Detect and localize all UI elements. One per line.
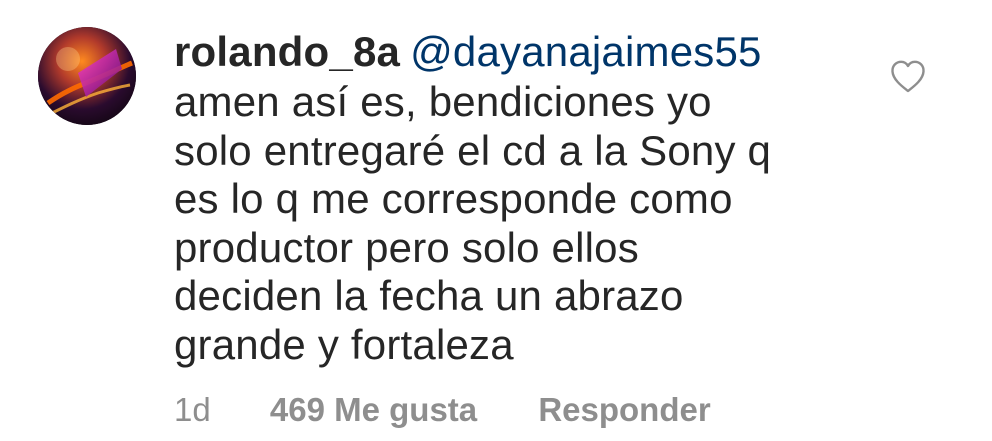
comment-line: solo entregaré el cd a la Sony q [174, 126, 772, 174]
reply-button[interactable]: Responder [538, 388, 710, 432]
comment-line: productor pero solo ellos [174, 223, 639, 271]
comment-text: amen así es, bendiciones yo solo entrega… [174, 78, 854, 369]
username[interactable]: rolando_8a [174, 28, 400, 75]
avatar[interactable] [38, 27, 136, 125]
comment-content: rolando_8a @dayanajaimes55 amen así es, b… [174, 26, 854, 369]
comment-line: grande y fortaleza [174, 320, 514, 368]
comment-line: es lo q me corresponde como [174, 175, 733, 222]
comment: rolando_8a @dayanajaimes55 amen así es, b… [0, 0, 992, 441]
comment-line: deciden la fecha un abrazo [174, 272, 684, 319]
timestamp: 1d [174, 391, 211, 428]
mention[interactable]: @dayanajaimes55 [410, 28, 762, 75]
likes-count[interactable]: 469 Me gusta [270, 388, 477, 432]
comment-meta: 1d 469 Me gusta Responder [174, 388, 711, 432]
comment-header: rolando_8a @dayanajaimes55 [174, 26, 854, 78]
heart-outline-icon[interactable] [889, 58, 927, 94]
comment-line: amen así es, bendiciones yo [174, 78, 712, 125]
